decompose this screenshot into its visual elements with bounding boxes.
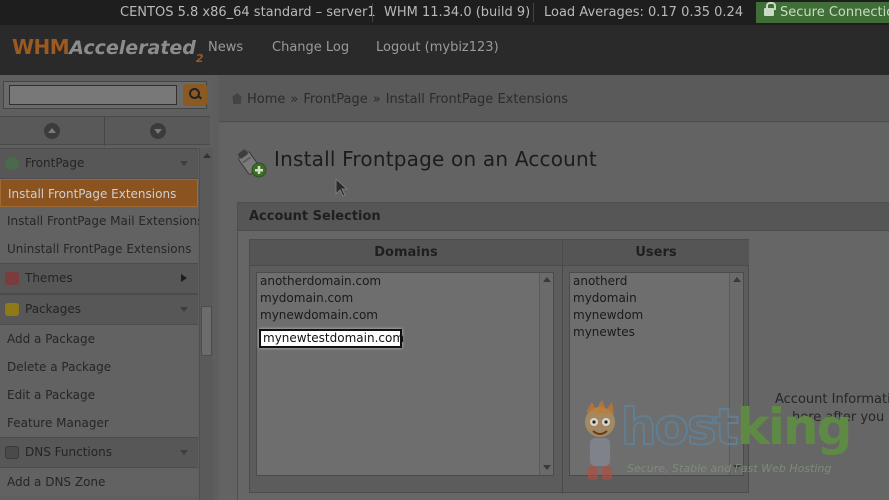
search-button[interactable]	[183, 84, 207, 106]
frontpage-install-icon	[237, 149, 267, 178]
page-title: Install Frontpage on an Account	[274, 147, 597, 171]
mascot-icon	[585, 400, 615, 480]
sidebar: FrontPage Install FrontPage Extensions I…	[0, 75, 213, 500]
sidebar-item-install-frontpage-mail[interactable]: Install FrontPage Mail Extensions	[0, 207, 204, 235]
user-option[interactable]: mynewtes	[570, 324, 743, 341]
sidebar-item-install-frontpage[interactable]: Install FrontPage Extensions	[0, 179, 198, 207]
lock-icon	[764, 2, 776, 17]
scroll-up-arrow-icon[interactable]	[543, 277, 551, 282]
user-option[interactable]: anotherd	[570, 273, 743, 290]
sidebar-group-frontpage[interactable]: FrontPage	[0, 148, 198, 179]
domain-option[interactable]: mynewdomain.com	[257, 307, 553, 324]
scrollbar-thumb[interactable]	[201, 306, 212, 356]
header: WHMAccelerated2 News Change Log Logout (…	[0, 25, 889, 75]
hostking-watermark: hostking Secure, Stable and Fast Web Hos…	[578, 397, 889, 500]
user-option[interactable]: mynewdom	[570, 307, 743, 324]
highlighted-domain-option[interactable]: mynewtestdomain.com	[259, 329, 404, 348]
sidebar-search	[3, 81, 207, 109]
watermark-host: host	[620, 397, 740, 457]
chevron-down-icon[interactable]	[178, 445, 190, 459]
sidebar-item-add-package[interactable]: Add a Package	[0, 325, 198, 353]
sidebar-menu: FrontPage Install FrontPage Extensions I…	[0, 148, 204, 496]
home-icon	[231, 93, 244, 104]
themes-icon	[5, 272, 19, 285]
breadcrumb-separator: »	[290, 92, 299, 107]
server-info: CENTOS 5.8 x86_64 standard – server1	[120, 5, 376, 20]
scroll-up-icon[interactable]	[44, 123, 60, 139]
nav-changelog-link[interactable]: Change Log	[272, 40, 349, 55]
sidebar-scrollbar[interactable]	[199, 148, 213, 500]
breadcrumb-separator: »	[372, 92, 381, 107]
domains-column-header: Domains	[250, 240, 562, 266]
breadcrumb-home[interactable]: Home	[247, 92, 285, 107]
search-input[interactable]	[9, 85, 177, 105]
domains-scrollbar[interactable]	[539, 273, 553, 475]
secure-connection-badge: Secure Connection	[756, 2, 889, 23]
chevron-down-icon[interactable]	[178, 156, 190, 170]
nav-logout-link[interactable]: Logout (mybiz123)	[376, 40, 499, 55]
sidebar-nav-arrows	[0, 116, 210, 146]
scroll-up-arrow-icon[interactable]	[733, 277, 741, 282]
group-label: Themes	[25, 271, 73, 285]
watermark-king: king	[736, 398, 853, 456]
sidebar-item-add-dns-zone[interactable]: Add a DNS Zone	[0, 468, 198, 496]
sidebar-item-delete-package[interactable]: Delete a Package	[0, 353, 198, 381]
user-option[interactable]: mydomain	[570, 290, 743, 307]
breadcrumb-bar: Home » FrontPage » Install FrontPage Extensi…	[219, 75, 889, 122]
dns-icon	[5, 446, 19, 459]
domain-option[interactable]: mydomain.com	[257, 290, 553, 307]
users-column-header: Users	[563, 240, 749, 266]
watermark-tagline: Secure, Stable and Fast Web Hosting	[627, 462, 832, 475]
scroll-up-arrow-icon[interactable]	[203, 153, 211, 158]
column-divider	[562, 240, 563, 494]
status-bar: CENTOS 5.8 x86_64 standard – server1 WHM…	[0, 0, 889, 25]
sidebar-item-uninstall-frontpage[interactable]: Uninstall FrontPage Extensions	[0, 235, 198, 263]
mouse-cursor-icon	[335, 178, 349, 197]
scroll-down-icon[interactable]	[150, 123, 166, 139]
status-divider	[372, 3, 373, 22]
frontpage-icon	[5, 157, 19, 170]
scroll-down-arrow-icon[interactable]	[543, 465, 551, 470]
sidebar-group-dns[interactable]: DNS Functions	[0, 437, 198, 468]
sidebar-group-packages[interactable]: Packages	[0, 294, 198, 325]
chevron-down-icon[interactable]	[178, 302, 190, 316]
domain-option[interactable]: anotherdomain.com	[257, 273, 553, 290]
nav-news-link[interactable]: News	[208, 40, 243, 55]
secure-label: Secure Connection	[780, 5, 889, 20]
logo-two: 2	[195, 52, 204, 65]
breadcrumb-frontpage[interactable]: FrontPage	[303, 92, 367, 107]
whm-logo[interactable]: WHMAccelerated2	[12, 35, 204, 67]
breadcrumb-current: Install FrontPage Extensions	[385, 92, 569, 107]
domains-listbox[interactable]: anotherdomain.com mydomain.com mynewdoma…	[256, 272, 554, 476]
load-averages: Load Averages: 0.17 0.35 0.24	[544, 5, 744, 20]
arrows-divider	[104, 117, 105, 146]
logo-accelerated: Accelerated	[69, 37, 196, 59]
status-divider	[533, 3, 534, 22]
group-label: FrontPage	[25, 156, 85, 170]
logo-whm: WHM	[12, 35, 70, 59]
watermark-brand: hostking	[620, 397, 853, 457]
sidebar-item-edit-package[interactable]: Edit a Package	[0, 381, 198, 409]
search-icon	[189, 88, 200, 99]
sidebar-item-feature-manager[interactable]: Feature Manager	[0, 409, 198, 437]
breadcrumb: Home » FrontPage » Install FrontPage Extensi…	[231, 92, 568, 107]
whm-version: WHM 11.34.0 (build 9)	[384, 5, 531, 20]
whm-window: CENTOS 5.8 x86_64 standard – server1 WHM…	[0, 0, 889, 500]
group-label: DNS Functions	[25, 445, 112, 459]
group-label: Packages	[25, 302, 81, 316]
chevron-right-icon[interactable]	[178, 271, 190, 285]
sidebar-group-themes[interactable]: Themes	[0, 263, 198, 294]
panel-title: Account Selection	[238, 203, 889, 231]
packages-icon	[5, 303, 19, 316]
